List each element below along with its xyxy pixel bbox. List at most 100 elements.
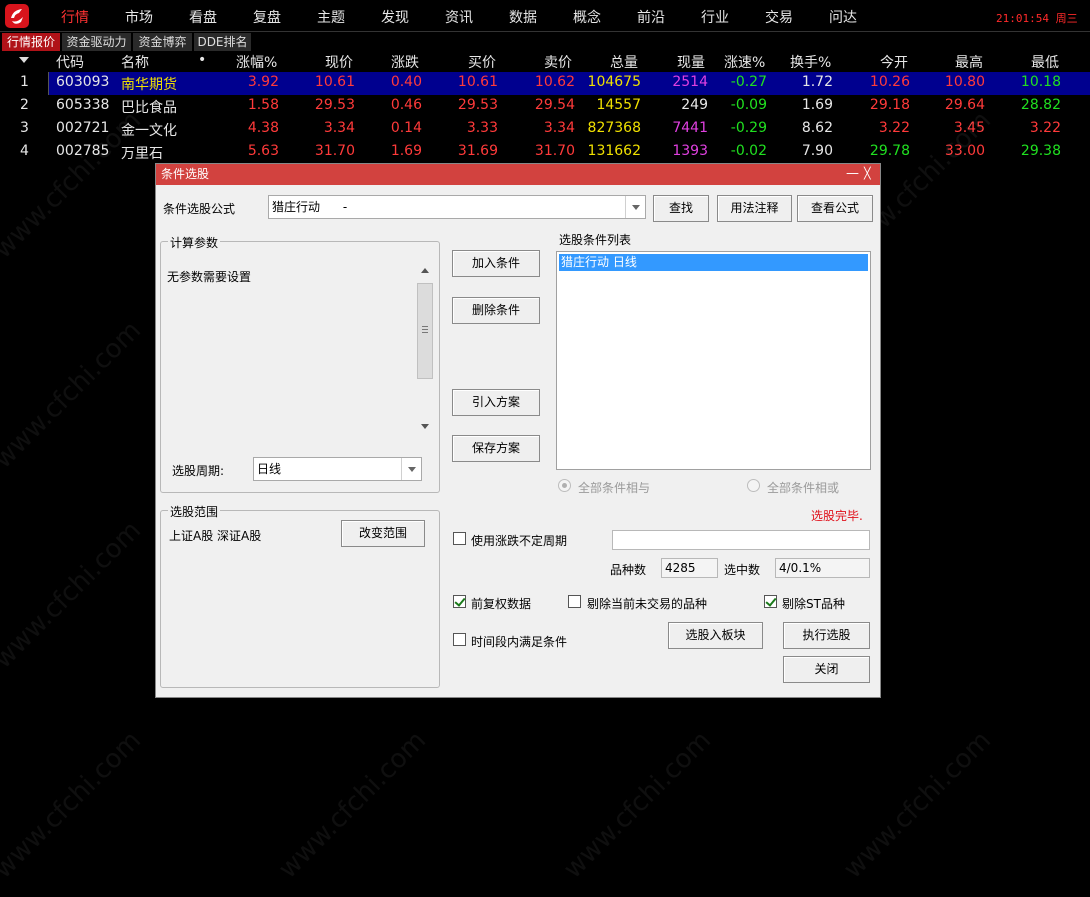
save-plan-button[interactable]: 保存方案 [452,435,540,462]
row-pct: 5.63 [247,143,279,159]
forward-adjust-checkbox[interactable] [453,595,466,608]
menu-item-zixun[interactable]: 资讯 [445,7,473,27]
row-bid: 29.53 [457,97,498,113]
params-scrollbar[interactable] [416,261,433,438]
menu-item-fupan[interactable]: 复盘 [253,7,281,27]
menu-item-zhuti[interactable]: 主题 [317,7,345,27]
status-text: 选股完毕. [811,509,863,523]
row-volume: 131662 [587,143,641,159]
radio-all-or[interactable] [747,479,760,492]
uncertain-period-input[interactable] [612,530,870,550]
scroll-thumb[interactable] [417,283,433,379]
header-pct[interactable]: 涨幅% [236,52,277,72]
header-change[interactable]: 涨跌 [391,52,419,72]
row-pct: 3.92 [247,74,279,90]
row-index: 1 [20,74,29,90]
header-turnover[interactable]: 换手% [790,52,831,72]
menu-item-hangye[interactable]: 行业 [701,7,729,27]
list-item[interactable]: 猎庄行动 日线 [559,254,868,271]
row-index: 4 [20,143,29,159]
period-value: 日线 [257,462,282,476]
row-index: 3 [20,120,29,136]
find-button[interactable]: 查找 [653,195,709,222]
header-low[interactable]: 最低 [1031,52,1059,72]
header-ask[interactable]: 卖价 [544,52,572,72]
menu-item-wenda[interactable]: 问达 [829,7,857,27]
menu-item-hangqing[interactable]: 行情 [61,7,89,27]
row-low: 29.38 [1020,143,1061,159]
row-open: 29.18 [869,97,910,113]
row-speed: -0.27 [730,74,767,90]
menu-item-shuju[interactable]: 数据 [509,7,537,27]
row-ask: 10.62 [534,74,575,90]
header-high[interactable]: 最高 [955,52,983,72]
watermark: www.cfchi.com [0,515,147,675]
range-group: 选股范围 上证A股 深证A股 改变范围 [160,503,440,688]
select-to-block-button[interactable]: 选股入板块 [668,622,763,649]
formula-label: 条件选股公式 [163,202,236,216]
row-volume: 827368 [587,120,641,136]
header-open[interactable]: 今开 [880,52,908,72]
minimize-icon[interactable]: — [846,164,859,185]
app-logo-icon[interactable] [5,4,29,28]
dialog-title[interactable]: 条件选股 [156,164,880,185]
import-plan-button[interactable]: 引入方案 [452,389,540,416]
chevron-down-icon[interactable] [401,458,421,480]
tab-fund-drive[interactable]: 资金驱动力 [62,33,132,51]
row-bid: 3.33 [466,120,498,136]
row-low: 10.18 [1020,74,1061,90]
row-pct: 1.58 [247,97,279,113]
header-price[interactable]: 现价 [325,52,353,72]
execute-button[interactable]: 执行选股 [783,622,870,649]
close-button[interactable]: 关闭 [783,656,870,683]
change-range-button[interactable]: 改变范围 [341,520,425,547]
condition-select-dialog: 条件选股 — ╳ 条件选股公式 猎庄行动 - 查找 用法注释 查看公式 计算参数… [155,163,881,698]
scroll-down-icon[interactable] [421,424,429,429]
table-row[interactable]: 3 002721 金一文化 4.38 3.34 0.14 3.33 3.34 8… [0,118,1090,141]
menu-item-gainian[interactable]: 概念 [573,7,601,27]
menu-item-kanpan[interactable]: 看盘 [189,7,217,27]
formula-select[interactable]: 猎庄行动 - [268,195,646,219]
period-select[interactable]: 日线 [253,457,422,481]
header-current-volume[interactable]: 现量 [677,52,705,72]
row-price: 10.61 [314,74,355,90]
menu-item-faxian[interactable]: 发现 [381,7,409,27]
period-satisfy-checkbox[interactable] [453,633,466,646]
tab-fund-game[interactable]: 资金博弈 [133,33,193,51]
menu-item-shichang[interactable]: 市场 [125,7,153,27]
tab-quote[interactable]: 行情报价 [2,33,61,51]
row-high: 10.80 [944,74,985,90]
watermark: www.cfchi.com [0,315,147,475]
watermark: www.cfchi.com [557,725,717,885]
row-current-volume: 249 [681,97,708,113]
header-speed[interactable]: 涨速% [724,52,765,72]
header-bid[interactable]: 买价 [468,52,496,72]
header-volume[interactable]: 总量 [610,52,638,72]
menu-item-qianyan[interactable]: 前沿 [637,7,665,27]
sort-arrow-icon[interactable] [19,57,29,63]
close-icon[interactable]: ╳ [864,164,871,185]
table-row[interactable]: 2 605338 巴比食品 1.58 29.53 0.46 29.53 29.5… [0,95,1090,118]
header-name[interactable]: 名称 [121,52,149,72]
delete-condition-button[interactable]: 删除条件 [452,297,540,324]
view-formula-button[interactable]: 查看公式 [797,195,873,222]
top-menu-bar: 行情 市场 看盘 复盘 主题 发现 资讯 数据 概念 前沿 行业 交易 问达 2… [0,0,1090,31]
scroll-up-icon[interactable] [421,268,429,273]
radio-all-and[interactable] [558,479,571,492]
table-row[interactable]: 1 603093 南华期货 3.92 10.61 0.40 10.61 10.6… [0,72,1090,95]
add-condition-button[interactable]: 加入条件 [452,250,540,277]
chevron-down-icon[interactable] [625,196,645,218]
radio-all-and-label: 全部条件相与 [578,481,651,495]
row-code: 603093 [56,74,110,90]
uncertain-period-checkbox[interactable] [453,532,466,545]
condition-list[interactable]: 猎庄行动 日线 [556,251,871,470]
tab-dde-rank[interactable]: DDE排名 [194,33,252,51]
exclude-st-checkbox[interactable] [764,595,777,608]
usage-button[interactable]: 用法注释 [717,195,792,222]
header-code[interactable]: 代码 [56,52,84,72]
row-high: 29.64 [944,97,985,113]
table-row[interactable]: 4 002785 万里石 5.63 31.70 1.69 31.69 31.70… [0,141,1090,164]
menu-item-jiaoyi[interactable]: 交易 [765,7,793,27]
row-name: 南华期货 [121,77,177,93]
exclude-not-traded-checkbox[interactable] [568,595,581,608]
